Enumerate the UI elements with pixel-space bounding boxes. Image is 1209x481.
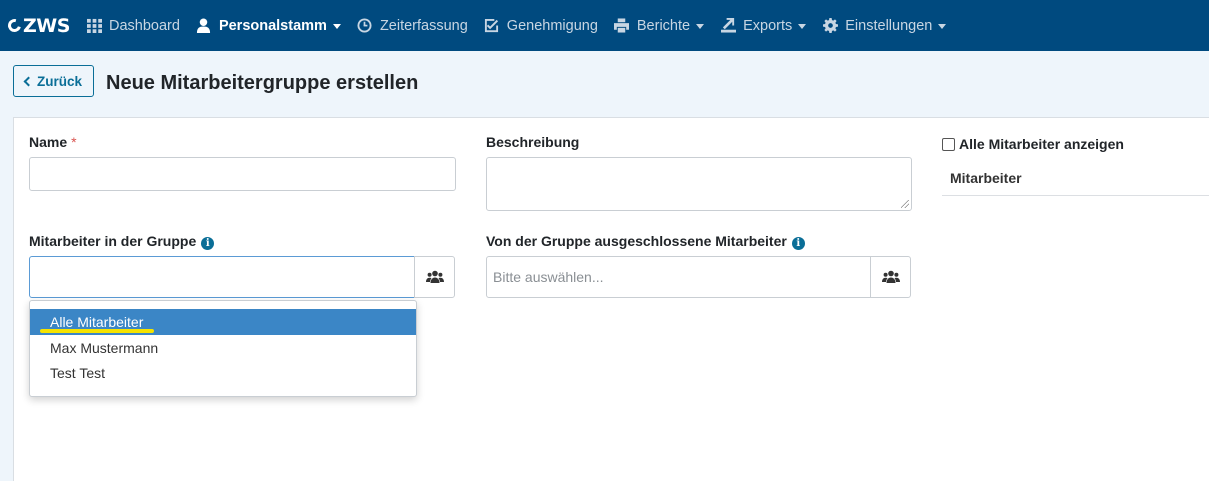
user-icon — [196, 18, 212, 34]
name-label-text: Name — [29, 134, 68, 150]
nav-item-berichte[interactable]: Berichte — [614, 0, 705, 51]
printer-icon — [614, 18, 630, 34]
members-dropdown: Alle Mitarbeiter Max Mustermann Test Tes… — [29, 300, 417, 397]
clock-icon — [357, 18, 373, 34]
nav-item-label: Berichte — [636, 17, 691, 34]
caret-down-icon — [332, 23, 341, 29]
info-icon[interactable]: i — [791, 237, 805, 250]
caret-down-icon — [938, 23, 947, 29]
nav-item-label: Genehmigung — [506, 17, 598, 34]
back-button[interactable]: Zurück — [13, 65, 94, 97]
info-icon[interactable]: i — [201, 237, 215, 250]
excluded-label: Von der Gruppe ausgeschlossene Mitarbeit… — [486, 233, 805, 250]
nav-item-label: Einstellungen — [845, 17, 933, 34]
resize-handle[interactable] — [901, 200, 909, 208]
show-all-employees-checkbox[interactable] — [942, 137, 955, 151]
export-icon — [720, 18, 736, 34]
brand-text: ZWS — [23, 14, 70, 37]
annotation-underline — [40, 329, 154, 333]
description-label: Beschreibung — [486, 134, 580, 150]
nav-item-genehmigung[interactable]: Genehmigung — [484, 0, 598, 51]
chevron-left-icon — [23, 76, 34, 87]
name-label: Name * — [29, 134, 77, 150]
required-mark: * — [71, 134, 77, 150]
column-divider — [942, 195, 1209, 196]
brand-logo[interactable]: ZWS — [5, 0, 86, 51]
brand-ring-icon — [5, 16, 24, 35]
users-icon — [881, 270, 900, 283]
excluded-placeholder: Bitte auswählen... — [493, 269, 604, 285]
employees-column-header: Mitarbeiter — [950, 170, 1022, 186]
dropdown-option[interactable]: Test Test — [30, 360, 416, 386]
name-input[interactable] — [29, 157, 456, 191]
nav-item-label: Exports — [743, 17, 793, 34]
grid-icon — [86, 18, 102, 34]
caret-down-icon — [798, 23, 807, 29]
dropdown-option[interactable]: Max Mustermann — [30, 335, 416, 361]
check-square-icon — [484, 18, 500, 34]
nav-item-einstellungen[interactable]: Einstellungen — [822, 0, 947, 51]
users-icon — [425, 270, 444, 283]
nav-item-label: Personalstamm — [218, 17, 327, 34]
back-button-label: Zurück — [36, 73, 82, 89]
gear-icon — [822, 18, 838, 34]
excluded-label-text: Von der Gruppe ausgeschlossene Mitarbeit… — [486, 233, 787, 249]
nav-item-personalstamm[interactable]: Personalstamm — [196, 0, 341, 51]
nav-item-zeiterfassung[interactable]: Zeiterfassung — [357, 0, 468, 51]
members-label-text: Mitarbeiter in der Gruppe — [29, 233, 197, 249]
nav-item-exports[interactable]: Exports — [720, 0, 807, 51]
show-all-employees-label: Alle Mitarbeiter anzeigen — [959, 136, 1124, 152]
caret-down-icon — [696, 23, 705, 29]
members-picker-button[interactable] — [414, 256, 455, 298]
page-title: Neue Mitarbeitergruppe erstellen — [106, 72, 419, 94]
nav-item-label: Dashboard — [109, 17, 180, 34]
nav-item-dashboard[interactable]: Dashboard — [86, 0, 180, 51]
top-navbar: ZWS Dashboard Personalstamm Zeiterfassun… — [0, 0, 1209, 51]
members-select[interactable] — [29, 256, 415, 298]
description-textarea[interactable] — [486, 157, 912, 211]
nav-item-label: Zeiterfassung — [379, 17, 468, 34]
show-all-employees-row[interactable]: Alle Mitarbeiter anzeigen — [942, 136, 1124, 152]
members-label: Mitarbeiter in der Gruppe i — [29, 233, 215, 250]
excluded-picker-button[interactable] — [870, 256, 911, 298]
